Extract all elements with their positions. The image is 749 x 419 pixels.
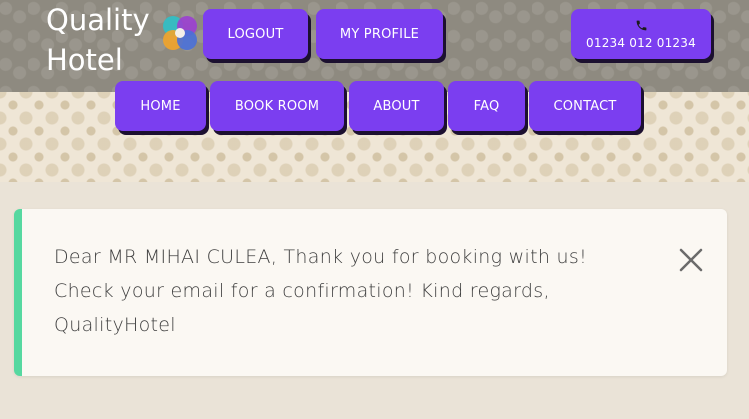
nav-home-button[interactable]: HOME (115, 81, 206, 131)
logout-button[interactable]: LOGOUT (203, 9, 308, 59)
nav-about-label: ABOUT (373, 98, 420, 114)
nav-contact-label: CONTACT (553, 98, 617, 114)
nav-book-room-button[interactable]: BOOK ROOM (210, 81, 344, 131)
nav-faq-label: FAQ (473, 98, 500, 114)
nav-faq-button[interactable]: FAQ (448, 81, 525, 131)
alert-message: Dear MR MIHAI CULEA, Thank you for booki… (54, 246, 587, 336)
booking-success-alert: Dear MR MIHAI CULEA, Thank you for booki… (14, 209, 727, 376)
site-logo[interactable]: Quality Hotel (46, 0, 150, 80)
nav-home-label: HOME (140, 98, 181, 114)
phone-icon (636, 20, 646, 30)
nav-book-room-label: BOOK ROOM (234, 98, 320, 114)
close-icon[interactable] (678, 247, 704, 273)
my-profile-button[interactable]: MY PROFILE (316, 9, 443, 59)
phone-button[interactable]: 01234 012 01234 (571, 9, 711, 59)
logo-line-1: Quality (46, 3, 150, 37)
hotel-logo-icon (163, 16, 197, 50)
nav-about-button[interactable]: ABOUT (349, 81, 444, 131)
logout-label: LOGOUT (227, 26, 284, 42)
nav-contact-button[interactable]: CONTACT (529, 81, 641, 131)
phone-number: 01234 012 01234 (586, 35, 696, 50)
logo-line-2: Hotel (46, 43, 123, 77)
my-profile-label: MY PROFILE (339, 26, 420, 42)
